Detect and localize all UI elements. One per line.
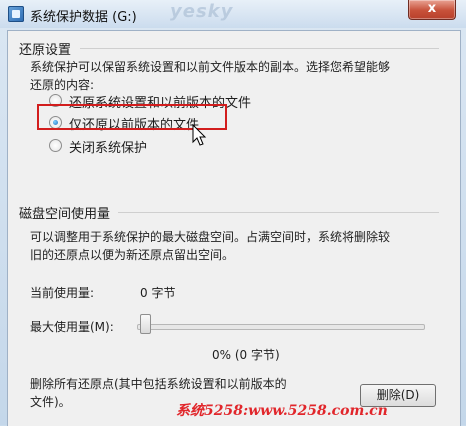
radio-button[interactable]	[49, 139, 62, 152]
max-usage-slider-track[interactable]	[137, 324, 425, 330]
system-protection-icon	[8, 6, 24, 22]
max-usage-slider-thumb[interactable]	[140, 314, 151, 334]
delete-text-line-1: 删除所有还原点(其中包括系统设置和以前版本的	[30, 377, 287, 391]
restore-description-line-1: 系统保护可以保留系统设置和以前文件版本的副本。选择您希望能够	[30, 60, 391, 74]
disk-usage-heading: 磁盘空间使用量	[19, 207, 111, 222]
restore-settings-divider	[80, 48, 439, 49]
window-title: 系统保护数据 (G:)	[30, 10, 137, 25]
disk-description-line-2: 旧的还原点以便为新还原点留出空间。	[30, 248, 235, 262]
restore-settings-description: 系统保护可以保留系统设置和以前文件版本的副本。选择您希望能够 还原的内容:	[30, 58, 390, 94]
restore-settings-heading: 还原设置	[19, 43, 72, 58]
mouse-cursor-icon	[192, 124, 207, 146]
close-button[interactable]: x	[408, 0, 456, 20]
slider-value-text: 0% (0 字节)	[212, 348, 280, 362]
watermark-logo: yesky	[170, 1, 234, 22]
current-usage-label: 当前使用量:	[30, 286, 95, 300]
dialog-window: 系统保护数据 (G:) yesky x 还原设置 系统保护可以保留系统设置和以前…	[0, 0, 466, 426]
max-usage-label: 最大使用量(M):	[30, 320, 114, 334]
disk-usage-description: 可以调整用于系统保护的最大磁盘空间。占满空间时，系统将删除较 旧的还原点以便为新…	[30, 228, 390, 264]
footer-watermark: 系统5258:www.5258.com.cn	[176, 403, 388, 419]
radio-label[interactable]: 关闭系统保护	[69, 137, 147, 156]
title-bar[interactable]: 系统保护数据 (G:) yesky x	[0, 0, 466, 28]
current-usage-value: 0 字节	[140, 286, 176, 300]
disk-usage-divider	[118, 212, 439, 213]
disk-description-line-1: 可以调整用于系统保护的最大磁盘空间。占满空间时，系统将删除较	[30, 230, 391, 244]
